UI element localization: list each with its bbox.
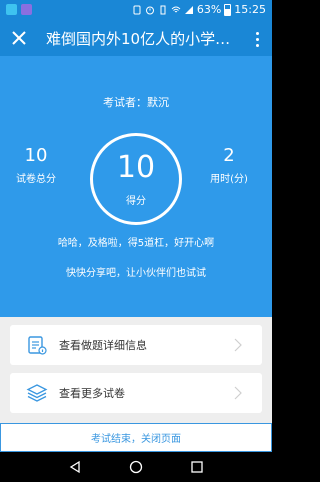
view-details-card[interactable]: 查看做题详细信息 (10, 325, 262, 365)
app-icon-2 (21, 4, 32, 15)
more-papers-label: 查看更多试卷 (59, 387, 125, 400)
share-message: 快快分享吧，让小伙伴们也试试 (66, 268, 206, 279)
sim-icon (133, 5, 141, 14)
close-page-label: 考试结束，关闭页面 (91, 434, 181, 445)
time-block: 2 用时(分) (194, 145, 264, 185)
actions-area: 查看做题详细信息 查看更多试卷 (0, 317, 272, 423)
wifi-icon (171, 6, 181, 12)
layers-icon (26, 384, 48, 402)
system-nav-bar (0, 452, 272, 482)
chevron-right-icon (234, 338, 242, 352)
status-bar: 63% 15:25 (0, 0, 272, 20)
alarm-icon (145, 6, 154, 14)
more-papers-card[interactable]: 查看更多试卷 (10, 373, 262, 413)
total-score-label: 试卷总分 (16, 174, 56, 185)
title-bar: 难倒国内外10亿人的小学智… (0, 20, 272, 56)
close-icon (12, 31, 26, 45)
document-info-icon (28, 336, 47, 355)
more-vertical-icon (255, 31, 259, 35)
recent-apps-icon[interactable] (190, 460, 204, 474)
close-page-button[interactable]: 考试结束，关闭页面 (0, 423, 272, 452)
battery-icon (224, 3, 232, 16)
signal-icon (184, 5, 193, 14)
total-score-block: 10 试卷总分 (6, 145, 66, 185)
battery-percent: 63% (196, 3, 222, 16)
view-details-label: 查看做题详细信息 (59, 339, 147, 352)
examinee-name: 考试者：默沉 (103, 96, 169, 109)
time-label: 用时(分) (210, 174, 248, 185)
clock: 15:25 (234, 3, 266, 16)
time-value: 2 (223, 145, 235, 166)
total-score-value: 10 (24, 145, 48, 166)
score-ring: 10 得分 (90, 133, 182, 225)
score-label: 得分 (126, 196, 146, 207)
page-title: 难倒国内外10亿人的小学智… (46, 30, 232, 48)
more-menu-button[interactable] (250, 28, 264, 50)
chevron-right-icon (234, 386, 242, 400)
score-value: 10 (116, 150, 156, 185)
vibrate-icon (160, 5, 166, 14)
back-icon[interactable] (68, 460, 82, 474)
result-panel: 考试者：默沉 10 试卷总分 10 得分 2 用时(分) 哈哈，及格啦，得5道杠… (0, 56, 272, 317)
result-message: 哈哈，及格啦，得5道杠，好开心啊 (57, 238, 215, 249)
close-button[interactable] (8, 27, 30, 49)
home-icon[interactable] (129, 460, 143, 474)
app-icon-1 (6, 4, 17, 15)
